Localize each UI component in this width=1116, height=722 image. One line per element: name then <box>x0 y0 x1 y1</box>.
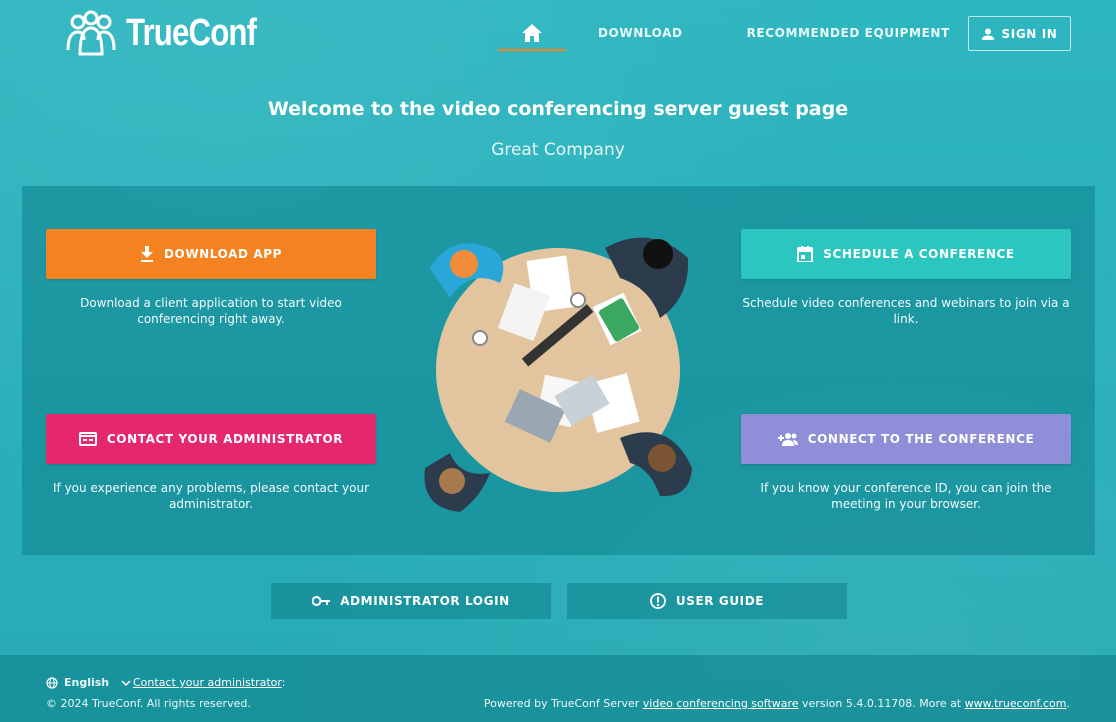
download-app-button[interactable]: DOWNLOAD APP <box>46 229 376 279</box>
nav-download[interactable]: DOWNLOAD <box>566 16 715 51</box>
sign-in-label: SIGN IN <box>1001 26 1058 41</box>
end-period: . <box>1066 697 1071 710</box>
meeting-table-illustration <box>420 228 696 514</box>
company-name: Great Company <box>491 140 625 160</box>
sign-in-button[interactable]: SIGN IN <box>968 16 1071 51</box>
key-icon <box>312 596 331 606</box>
main-nav: DOWNLOAD RECOMMENDED EQUIPMENT <box>498 16 982 51</box>
info-circle-icon <box>649 593 666 609</box>
administrator-login-label: ADMINISTRATOR LOGIN <box>340 594 510 608</box>
person-icon <box>981 28 994 40</box>
download-icon <box>140 246 153 262</box>
connect-conference-label: CONNECT TO THE CONFERENCE <box>807 432 1035 446</box>
administrator-login-button[interactable]: ADMINISTRATOR LOGIN <box>271 583 551 619</box>
user-guide-label: USER GUIDE <box>675 594 765 608</box>
connect-conference-button[interactable]: CONNECT TO THE CONFERENCE <box>741 414 1071 464</box>
footer: English Contact your administrator: © 20… <box>0 655 1116 722</box>
version-text: version 5.4.0.11708. More at <box>798 697 965 710</box>
language-label: English <box>64 676 110 689</box>
contact-administrator-label: CONTACT YOUR ADMINISTRATOR <box>106 432 344 446</box>
contact-suffix: : <box>281 676 286 689</box>
powered-prefix: Powered by TrueConf Server <box>483 697 643 710</box>
logo-text: TrueConf <box>126 11 257 54</box>
schedule-conference-description: Schedule video conferences and webinars … <box>742 296 1070 326</box>
video-conferencing-software-link[interactable]: video conferencing software <box>643 697 799 710</box>
contact-admin-line: Contact your administrator: <box>133 676 285 689</box>
copyright: © 2024 TrueConf. All rights reserved. <box>46 697 251 710</box>
chevron-down-icon <box>121 679 131 686</box>
globe-icon <box>46 676 58 689</box>
trueconf-logo[interactable]: TrueConf <box>64 10 285 56</box>
trueconf-site-link[interactable]: www.trueconf.com <box>965 697 1067 710</box>
schedule-conference-label: SCHEDULE A CONFERENCE <box>823 247 1015 261</box>
download-app-label: DOWNLOAD APP <box>163 247 283 261</box>
powered-by: Powered by TrueConf Server video confere… <box>484 697 1070 710</box>
download-app-description: Download a client application to start v… <box>80 296 342 326</box>
people-logo-icon <box>66 10 116 56</box>
home-icon <box>522 23 542 42</box>
user-guide-button[interactable]: USER GUIDE <box>567 583 847 619</box>
contact-admin-link[interactable]: Contact your administrator <box>133 676 282 689</box>
connect-conference-description: If you know your conference ID, you can … <box>760 481 1052 511</box>
contact-administrator-description: If you experience any problems, please c… <box>52 481 369 511</box>
page-title: Welcome to the video conferencing server… <box>267 98 849 120</box>
add-group-icon <box>777 433 798 446</box>
nav-recommended-equipment[interactable]: RECOMMENDED EQUIPMENT <box>715 16 982 51</box>
language-selector[interactable]: English <box>46 676 131 689</box>
nav-home[interactable] <box>498 16 566 51</box>
schedule-conference-button[interactable]: SCHEDULE A CONFERENCE <box>741 229 1071 279</box>
card-icon <box>78 432 97 446</box>
calendar-icon <box>797 246 814 262</box>
contact-administrator-button[interactable]: CONTACT YOUR ADMINISTRATOR <box>46 414 376 464</box>
